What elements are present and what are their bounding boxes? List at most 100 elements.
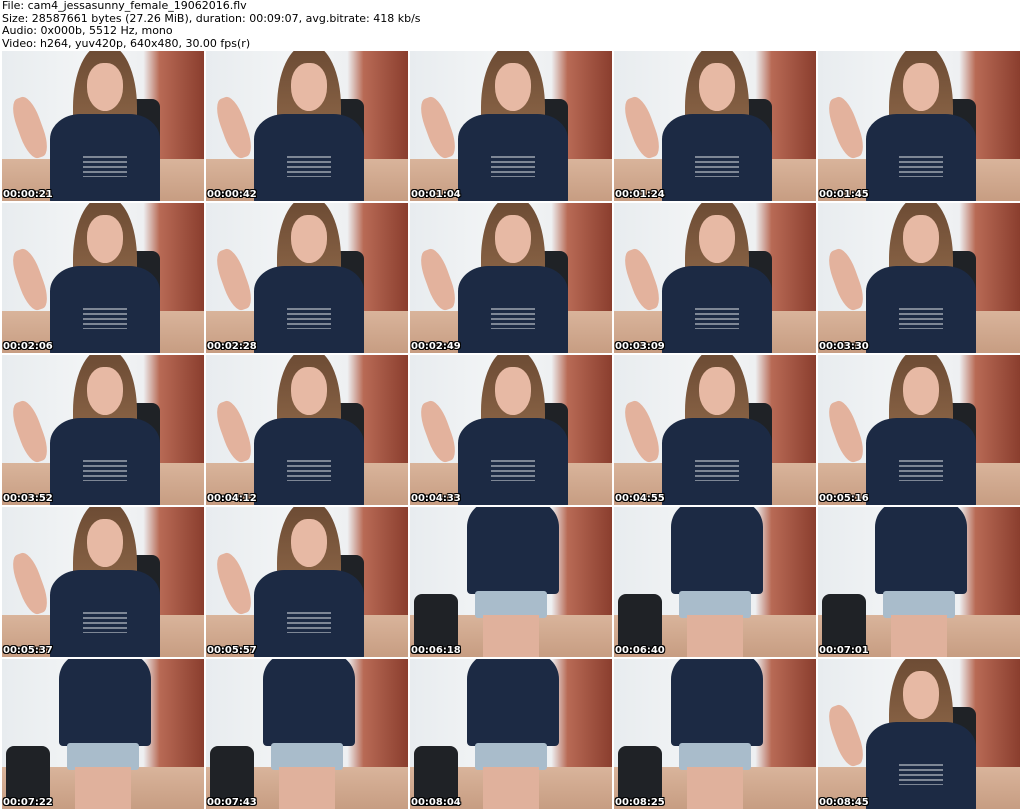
thumbnail-timestamp: 00:04:33	[411, 493, 461, 504]
video-thumbnail[interactable]: 00:02:06	[2, 203, 204, 355]
person-shirt	[262, 659, 356, 746]
thumbnail-grid: 00:00:21 00:00:42 00:01:04 00:01:24 00:01:45…	[2, 51, 1024, 811]
video-thumbnail[interactable]: 00:08:04	[410, 659, 612, 811]
video-thumbnail[interactable]: 00:01:04	[410, 51, 612, 203]
person-shorts	[474, 743, 548, 770]
video-thumbnail[interactable]: 00:04:55	[614, 355, 816, 507]
person-face	[494, 367, 532, 415]
video-thumbnail[interactable]: 00:05:37	[2, 507, 204, 659]
file-info-header: File: cam4_jessasunny_female_19062016.fl…	[2, 0, 421, 50]
file-name-line: File: cam4_jessasunny_female_19062016.fl…	[2, 0, 247, 12]
person-face	[698, 215, 736, 263]
video-thumbnail[interactable]: 00:02:49	[410, 203, 612, 355]
thumbnail-timestamp: 00:01:04	[411, 189, 461, 200]
video-thumbnail[interactable]: 00:00:42	[206, 51, 408, 203]
shirt-print	[82, 156, 128, 177]
person-shirt	[58, 659, 152, 746]
shirt-print	[286, 156, 332, 177]
video-thumbnail[interactable]: 00:00:21	[2, 51, 204, 203]
thumbnail-timestamp: 00:00:21	[3, 189, 53, 200]
thumbnail-timestamp: 00:02:06	[3, 341, 53, 352]
person-face	[86, 215, 124, 263]
video-thumbnail[interactable]: 00:06:40	[614, 507, 816, 659]
video-thumbnail[interactable]: 00:07:22	[2, 659, 204, 811]
video-thumbnail[interactable]: 00:04:12	[206, 355, 408, 507]
video-thumbnail[interactable]: 00:02:28	[206, 203, 408, 355]
thumbnail-timestamp: 00:04:12	[207, 493, 257, 504]
shirt-print	[490, 308, 536, 329]
person-face	[902, 215, 940, 263]
person-legs	[686, 767, 744, 809]
person-face	[902, 367, 940, 415]
person-shirt	[466, 507, 560, 594]
video-thumbnail[interactable]: 00:03:30	[818, 203, 1020, 355]
shirt-print	[490, 156, 536, 177]
person-face	[902, 63, 940, 111]
thumbnail-timestamp: 00:04:55	[615, 493, 665, 504]
thumbnail-timestamp: 00:06:40	[615, 645, 665, 656]
thumbnail-timestamp: 00:00:42	[207, 189, 257, 200]
shirt-print	[82, 460, 128, 481]
shirt-print	[82, 612, 128, 633]
shirt-print	[898, 764, 944, 785]
video-thumbnail[interactable]: 00:05:57	[206, 507, 408, 659]
video-thumbnail[interactable]: 00:05:16	[818, 355, 1020, 507]
thumbnail-timestamp: 00:05:37	[3, 645, 53, 656]
video-thumbnail[interactable]: 00:03:09	[614, 203, 816, 355]
audio-info-line: Audio: 0x000b, 5512 Hz, mono	[2, 24, 173, 37]
shirt-print	[898, 156, 944, 177]
video-thumbnail[interactable]: 00:07:43	[206, 659, 408, 811]
video-thumbnail[interactable]: 00:03:52	[2, 355, 204, 507]
person-shorts	[270, 743, 344, 770]
thumbnail-timestamp: 00:08:25	[615, 797, 665, 808]
thumbnail-timestamp: 00:03:30	[819, 341, 869, 352]
thumbnail-timestamp: 00:06:18	[411, 645, 461, 656]
shirt-print	[694, 308, 740, 329]
thumbnail-timestamp: 00:07:43	[207, 797, 257, 808]
person-face	[902, 671, 940, 719]
person-shirt	[670, 507, 764, 594]
shirt-print	[694, 460, 740, 481]
thumbnail-timestamp: 00:03:09	[615, 341, 665, 352]
thumbnail-timestamp: 00:07:22	[3, 797, 53, 808]
person-face	[698, 367, 736, 415]
thumbnail-timestamp: 00:02:49	[411, 341, 461, 352]
shirt-print	[286, 612, 332, 633]
person-face	[494, 63, 532, 111]
person-shorts	[678, 743, 752, 770]
person-face	[290, 367, 328, 415]
video-thumbnail[interactable]: 00:08:25	[614, 659, 816, 811]
person-legs	[482, 615, 540, 657]
person-legs	[482, 767, 540, 809]
shirt-print	[490, 460, 536, 481]
person-face	[86, 367, 124, 415]
person-legs	[74, 767, 132, 809]
thumbnail-timestamp: 00:08:04	[411, 797, 461, 808]
person-shorts	[882, 591, 956, 618]
person-face	[290, 215, 328, 263]
video-thumbnail[interactable]: 00:01:45	[818, 51, 1020, 203]
video-thumbnail[interactable]: 00:06:18	[410, 507, 612, 659]
video-thumbnail[interactable]: 00:04:33	[410, 355, 612, 507]
video-info-line: Video: h264, yuv420p, 640x480, 30.00 fps…	[2, 36, 251, 50]
video-thumbnail[interactable]: 00:07:01	[818, 507, 1020, 659]
shirt-print	[898, 460, 944, 481]
person-face	[290, 519, 328, 567]
person-shirt	[670, 659, 764, 746]
person-shorts	[474, 591, 548, 618]
person-shirt	[466, 659, 560, 746]
thumbnail-timestamp: 00:05:16	[819, 493, 869, 504]
shirt-print	[82, 308, 128, 329]
person-face	[698, 63, 736, 111]
thumbnail-timestamp: 00:01:45	[819, 189, 869, 200]
video-thumbnail[interactable]: 00:01:24	[614, 51, 816, 203]
thumbnail-timestamp: 00:01:24	[615, 189, 665, 200]
thumbnail-timestamp: 00:07:01	[819, 645, 869, 656]
person-face	[86, 63, 124, 111]
person-shirt	[874, 507, 968, 594]
person-face	[290, 63, 328, 111]
thumbnail-timestamp: 00:05:57	[207, 645, 257, 656]
video-thumbnail[interactable]: 00:08:45	[818, 659, 1020, 811]
thumbnail-timestamp: 00:03:52	[3, 493, 53, 504]
person-shorts	[66, 743, 140, 770]
